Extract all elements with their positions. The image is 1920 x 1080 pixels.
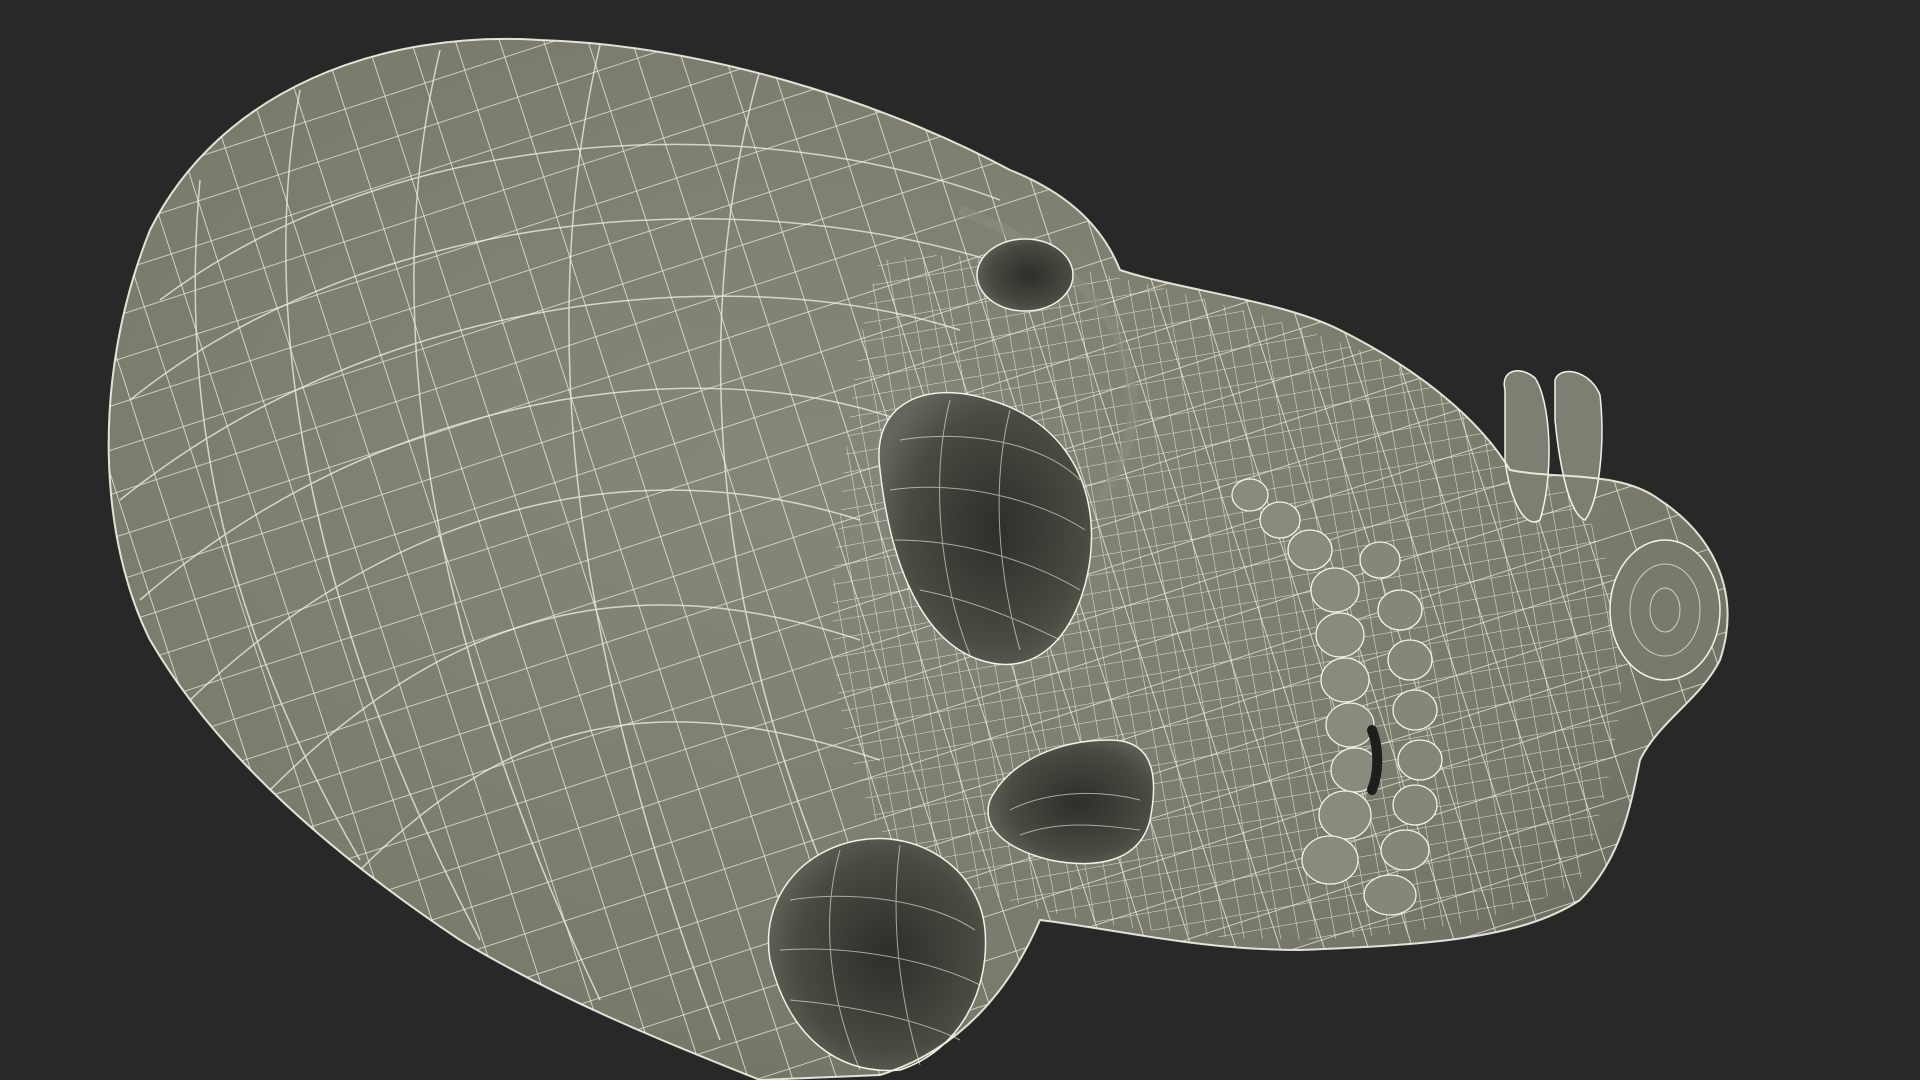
render-viewport — [0, 0, 1920, 1080]
supraorbital-hole — [976, 238, 1074, 312]
mouth-gap — [1367, 725, 1383, 795]
skull-render — [107, 37, 1729, 1080]
jaw-condyle — [1609, 539, 1721, 681]
